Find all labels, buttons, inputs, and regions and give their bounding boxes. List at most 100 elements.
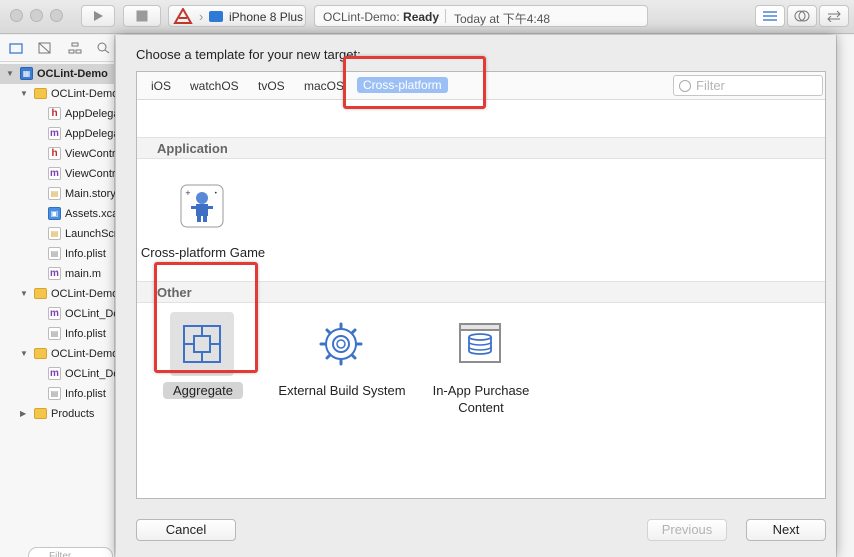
navigator-filter-input[interactable]: Filter bbox=[28, 547, 113, 557]
file-tree-row[interactable]: ▶ Products bbox=[0, 404, 115, 424]
source-file-icon: m bbox=[48, 267, 61, 280]
run-button[interactable] bbox=[81, 5, 115, 27]
file-tree-row[interactable]: ▼ ▦ OCLint-Demo bbox=[0, 64, 115, 84]
plist-icon: ▤ bbox=[48, 247, 61, 260]
file-tree-label: Info.plist bbox=[65, 328, 106, 340]
in-app-purchase-icon-box bbox=[448, 312, 512, 376]
file-tree-label: OCLint-DemoTests bbox=[51, 288, 115, 300]
template-name: Cross-platform Game bbox=[140, 245, 266, 260]
source-file-icon: m bbox=[48, 127, 61, 140]
filter-icon bbox=[679, 80, 691, 92]
template-filter-input[interactable]: Filter bbox=[673, 75, 823, 96]
sheet-title: Choose a template for your new target: bbox=[136, 47, 361, 62]
disclosure-open-icon[interactable]: ▼ bbox=[20, 289, 28, 298]
file-tree-label: OCLint-DemoUITests bbox=[51, 348, 115, 360]
plist-icon: ▤ bbox=[48, 327, 61, 340]
external-build-icon-box bbox=[309, 312, 373, 376]
file-tree-row[interactable]: ▼ OCLint-Demo bbox=[0, 84, 115, 104]
cancel-button[interactable]: Cancel bbox=[136, 519, 236, 541]
file-tree-row[interactable]: m main.m bbox=[0, 264, 115, 284]
minimize-window-button[interactable] bbox=[30, 9, 43, 22]
storyboard-icon: ▤ bbox=[48, 187, 61, 200]
next-button[interactable]: Next bbox=[746, 519, 826, 541]
file-tree-row[interactable]: m ViewController.m bbox=[0, 164, 115, 184]
gear-icon bbox=[319, 322, 363, 366]
file-tree-label: AppDelegate.h bbox=[65, 108, 115, 120]
file-tree-row[interactable]: ▤ Info.plist bbox=[0, 324, 115, 344]
disclosure-closed-icon[interactable]: ▶ bbox=[20, 409, 26, 418]
tab-ios[interactable]: iOS bbox=[151, 79, 171, 93]
tab-macos[interactable]: macOS bbox=[304, 79, 344, 93]
version-editor-button[interactable] bbox=[819, 5, 849, 27]
assistant-editor-button[interactable] bbox=[787, 5, 817, 27]
template-name: In-App Purchase Content bbox=[432, 383, 530, 415]
header-file-icon: h bbox=[48, 147, 61, 160]
scheme-selector[interactable]: › iPhone 8 Plus bbox=[168, 5, 306, 27]
file-tree-label: ViewController.m bbox=[65, 168, 115, 180]
file-tree-label: ViewController.h bbox=[65, 148, 115, 160]
disclosure-open-icon[interactable]: ▼ bbox=[20, 89, 28, 98]
plist-icon: ▤ bbox=[48, 387, 61, 400]
close-window-button[interactable] bbox=[10, 9, 23, 22]
standard-editor-button[interactable] bbox=[755, 5, 785, 27]
source-file-icon: m bbox=[48, 167, 61, 180]
file-tree-row[interactable]: ▣ Assets.xcassets bbox=[0, 204, 115, 224]
file-tree-row[interactable]: m OCLint_DemoUITests.m bbox=[0, 364, 115, 384]
file-tree-row[interactable]: ▼ OCLint-DemoTests bbox=[0, 284, 115, 304]
folder-icon[interactable] bbox=[9, 42, 23, 57]
file-tree-label: LaunchScreen.storyboard bbox=[65, 228, 115, 240]
utilities-area bbox=[836, 35, 854, 557]
disclosure-open-icon[interactable]: ▼ bbox=[6, 69, 14, 78]
database-icon bbox=[459, 323, 501, 363]
overlap-circles-icon bbox=[794, 10, 810, 22]
file-tree-row[interactable]: ▤ LaunchScreen.storyboard bbox=[0, 224, 115, 244]
folder-icon bbox=[34, 408, 47, 419]
source-file-icon: m bbox=[48, 367, 61, 380]
hierarchy-icon[interactable] bbox=[68, 42, 82, 57]
file-tree-row[interactable]: m OCLint_DemoTests.m bbox=[0, 304, 115, 324]
chevron-right-icon: › bbox=[199, 9, 204, 24]
game-icon-box: + • bbox=[170, 174, 234, 238]
highlight-cross-platform-tab bbox=[343, 56, 486, 109]
activity-time: Today at 下午4:48 bbox=[454, 12, 551, 26]
file-tree-label: OCLint_DemoTests.m bbox=[65, 308, 115, 320]
file-tree-label: OCLint-Demo bbox=[51, 88, 115, 100]
section-header-application: Application bbox=[137, 137, 825, 159]
previous-button[interactable]: Previous bbox=[647, 519, 727, 541]
header-file-icon: h bbox=[48, 107, 61, 120]
template-name: Aggregate bbox=[163, 382, 243, 399]
template-name: External Build System bbox=[278, 383, 406, 398]
activity-viewer: OCLint-Demo: Ready Today at 下午4:48 bbox=[314, 5, 648, 27]
file-tree-row[interactable]: ▼ OCLint-DemoUITests bbox=[0, 344, 115, 364]
device-name: iPhone 8 Plus bbox=[229, 10, 304, 24]
file-tree-label: Main.storyboard bbox=[65, 188, 115, 200]
file-tree-label: Products bbox=[51, 408, 95, 420]
stop-icon bbox=[136, 10, 148, 22]
file-tree-row[interactable]: h ViewController.h bbox=[0, 144, 115, 164]
activity-status: OCLint-Demo: Ready bbox=[323, 10, 440, 24]
window-toolbar: › iPhone 8 Plus OCLint-Demo: Ready Today… bbox=[0, 0, 854, 34]
device-icon bbox=[209, 11, 223, 22]
folder-icon bbox=[34, 288, 47, 299]
zoom-window-button[interactable] bbox=[50, 9, 63, 22]
game-controller-icon: + • bbox=[180, 184, 224, 228]
file-tree-row[interactable]: ▤ Main.storyboard bbox=[0, 184, 115, 204]
svg-text:+: + bbox=[185, 189, 191, 197]
folder-icon bbox=[34, 88, 47, 99]
symbol-navigator-icon[interactable] bbox=[38, 42, 52, 57]
tab-tvos[interactable]: tvOS bbox=[258, 79, 285, 93]
file-tree-label: Assets.xcassets bbox=[65, 208, 115, 220]
storyboard-icon: ▤ bbox=[48, 227, 61, 240]
folder-icon bbox=[34, 348, 47, 359]
disclosure-open-icon[interactable]: ▼ bbox=[20, 349, 28, 358]
file-tree-row[interactable]: ▤ Info.plist bbox=[0, 384, 115, 404]
tab-watchos[interactable]: watchOS bbox=[190, 79, 239, 93]
search-icon[interactable] bbox=[97, 42, 111, 57]
file-tree-label: main.m bbox=[65, 268, 102, 280]
file-tree-row[interactable]: ▤ Info.plist bbox=[0, 244, 115, 264]
asset-catalog-icon: ▣ bbox=[48, 207, 61, 220]
navigator-tabs bbox=[0, 35, 115, 62]
stop-button[interactable] bbox=[123, 5, 161, 27]
file-tree-row[interactable]: h AppDelegate.h bbox=[0, 104, 115, 124]
file-tree-row[interactable]: m AppDelegate.m bbox=[0, 124, 115, 144]
